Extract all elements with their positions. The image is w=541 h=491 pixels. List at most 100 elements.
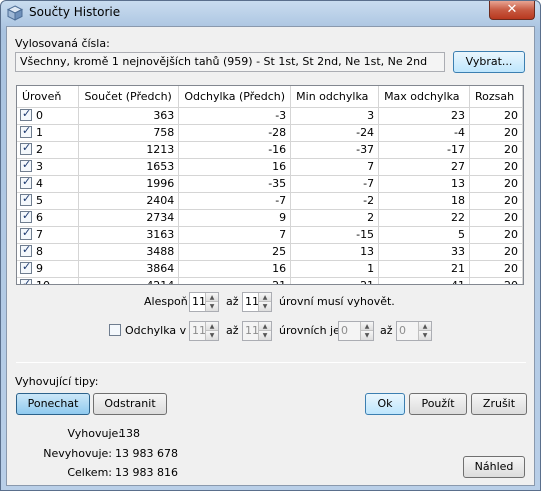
drawn-numbers-field: Všechny, kromě 1 nejnovějších tahů (959)…	[15, 52, 445, 72]
col-deviation[interactable]: Odchylka (Předch)	[178, 86, 292, 108]
apply-button[interactable]: Použít	[409, 393, 467, 415]
max-cell: -4	[378, 124, 470, 142]
table-row[interactable]: 0 363-332320	[17, 107, 523, 125]
checkbox-icon[interactable]	[20, 158, 32, 172]
az-label-2: až	[226, 324, 239, 337]
spin-down-icon[interactable]: ▼	[205, 302, 218, 311]
min-cell: -15	[290, 226, 380, 244]
ok-button[interactable]: Ok	[365, 393, 405, 415]
col-level[interactable]: Úroveň	[17, 86, 80, 108]
dialog-window: Součty Historie ✕ Vylosovaná čísla: Všec…	[0, 0, 541, 491]
range-cell: 20	[469, 209, 523, 227]
deviation-value-from-spinner[interactable]: 0 ▲ ▼	[338, 321, 374, 341]
range-cell: 20	[469, 243, 523, 261]
deviation-checkbox[interactable]: Odchylka v	[109, 324, 186, 337]
dev-cell: 7	[178, 226, 292, 244]
col-sum[interactable]: Součet (Předch)	[78, 86, 180, 108]
dialog-content: Vylosovaná čísla: Všechny, kromě 1 nejno…	[6, 26, 535, 486]
table-row[interactable]: 10421421214120	[17, 277, 523, 284]
level-cell: 7	[17, 226, 80, 244]
spin-down-icon[interactable]: ▼	[418, 331, 431, 340]
max-cell: 13	[378, 175, 470, 193]
spin-down-icon[interactable]: ▼	[258, 302, 271, 311]
sum-cell: 3864	[78, 260, 180, 278]
atleast-from-spinner[interactable]: 11 ▲ ▼	[189, 292, 219, 312]
checkbox-icon[interactable]	[109, 324, 121, 336]
checkbox-icon[interactable]	[20, 226, 32, 240]
levels-table: Úroveň Součet (Předch) Odchylka (Předch)…	[16, 85, 524, 285]
table-row[interactable]: 5 2404-7-21820	[17, 192, 523, 210]
preview-button[interactable]: Náhled	[463, 456, 525, 478]
min-cell: -24	[290, 124, 380, 142]
level-cell: 8	[17, 243, 80, 261]
level-cell: 4	[17, 175, 80, 193]
level-label: 3	[36, 160, 43, 173]
col-max-deviation[interactable]: Max odchylka	[378, 86, 470, 108]
sum-cell: 363	[78, 107, 180, 125]
table-row[interactable]: 9 38641612120	[17, 260, 523, 278]
range-cell: 20	[469, 226, 523, 244]
range-cell: 20	[469, 141, 523, 159]
table-row[interactable]: 8 348825133320	[17, 243, 523, 261]
max-cell: 23	[378, 107, 470, 125]
range-cell: 20	[469, 107, 523, 125]
table-header: Úroveň Součet (Předch) Odchylka (Předch)…	[17, 86, 523, 108]
max-cell: 33	[378, 243, 470, 261]
select-draws-button[interactable]: Vybrat...	[453, 51, 525, 73]
checkbox-icon[interactable]	[20, 243, 32, 257]
spin-down-icon[interactable]: ▼	[258, 331, 271, 340]
title-bar[interactable]: Součty Historie ✕	[1, 1, 540, 25]
app-cube-icon	[7, 5, 23, 21]
az-label-3: až	[380, 324, 393, 337]
range-cell: 20	[469, 158, 523, 176]
table-row[interactable]: 3 16531672720	[17, 158, 523, 176]
spin-up-icon[interactable]: ▲	[258, 322, 271, 331]
min-cell: 1	[290, 260, 380, 278]
separator	[16, 362, 526, 363]
close-button[interactable]: ✕	[489, 1, 535, 20]
table-row[interactable]: 2 1213-16-37-1720	[17, 141, 523, 159]
range-cell: 20	[469, 124, 523, 142]
table-row[interactable]: 62734922220	[17, 209, 523, 227]
checkbox-icon[interactable]	[20, 175, 32, 189]
levels-must-match-label: úrovní musí vyhovět.	[279, 295, 395, 308]
checkbox-icon[interactable]	[20, 277, 32, 284]
spin-up-icon[interactable]: ▲	[360, 322, 373, 331]
checkbox-icon[interactable]	[20, 141, 32, 155]
level-label: 10	[36, 279, 50, 284]
checkbox-icon[interactable]	[20, 107, 32, 121]
col-range[interactable]: Rozsah	[469, 86, 523, 108]
spin-down-icon[interactable]: ▼	[360, 331, 373, 340]
checkbox-icon[interactable]	[20, 260, 32, 274]
deviation-value-to-spinner[interactable]: 0 ▲ ▼	[396, 321, 432, 341]
close-icon: ✕	[506, 2, 518, 17]
spin-up-icon[interactable]: ▲	[205, 322, 218, 331]
atleast-to-spinner[interactable]: 11 ▲ ▼	[242, 292, 272, 312]
cancel-button[interactable]: Zrušit	[471, 393, 527, 415]
min-cell: 7	[290, 158, 380, 176]
keep-button[interactable]: Ponechat	[16, 393, 90, 415]
remove-button[interactable]: Odstranit	[93, 393, 167, 415]
range-cell: 20	[469, 175, 523, 193]
col-min-deviation[interactable]: Min odchylka	[290, 86, 380, 108]
table-row[interactable]: 1 758-28-24-420	[17, 124, 523, 142]
sum-cell: 1213	[78, 141, 180, 159]
min-cell: 2	[290, 209, 380, 227]
checkbox-icon[interactable]	[20, 192, 32, 206]
az-label: až	[226, 295, 239, 308]
dev-cell: 16	[178, 158, 292, 176]
table-row[interactable]: 731637-15520	[17, 226, 523, 244]
checkbox-icon[interactable]	[20, 209, 32, 223]
dev-cell: -28	[178, 124, 292, 142]
range-cell: 20	[469, 260, 523, 278]
checkbox-icon[interactable]	[20, 124, 32, 138]
deviation-level-from-spinner[interactable]: 11 ▲ ▼	[189, 321, 219, 341]
spin-down-icon[interactable]: ▼	[205, 331, 218, 340]
table-row[interactable]: 4 1996-35-71320	[17, 175, 523, 193]
spin-up-icon[interactable]: ▲	[418, 322, 431, 331]
level-cell: 3	[17, 158, 80, 176]
spin-up-icon[interactable]: ▲	[258, 293, 271, 302]
spin-up-icon[interactable]: ▲	[205, 293, 218, 302]
deviation-level-to-spinner[interactable]: 11 ▲ ▼	[242, 321, 272, 341]
max-cell: 21	[378, 260, 470, 278]
